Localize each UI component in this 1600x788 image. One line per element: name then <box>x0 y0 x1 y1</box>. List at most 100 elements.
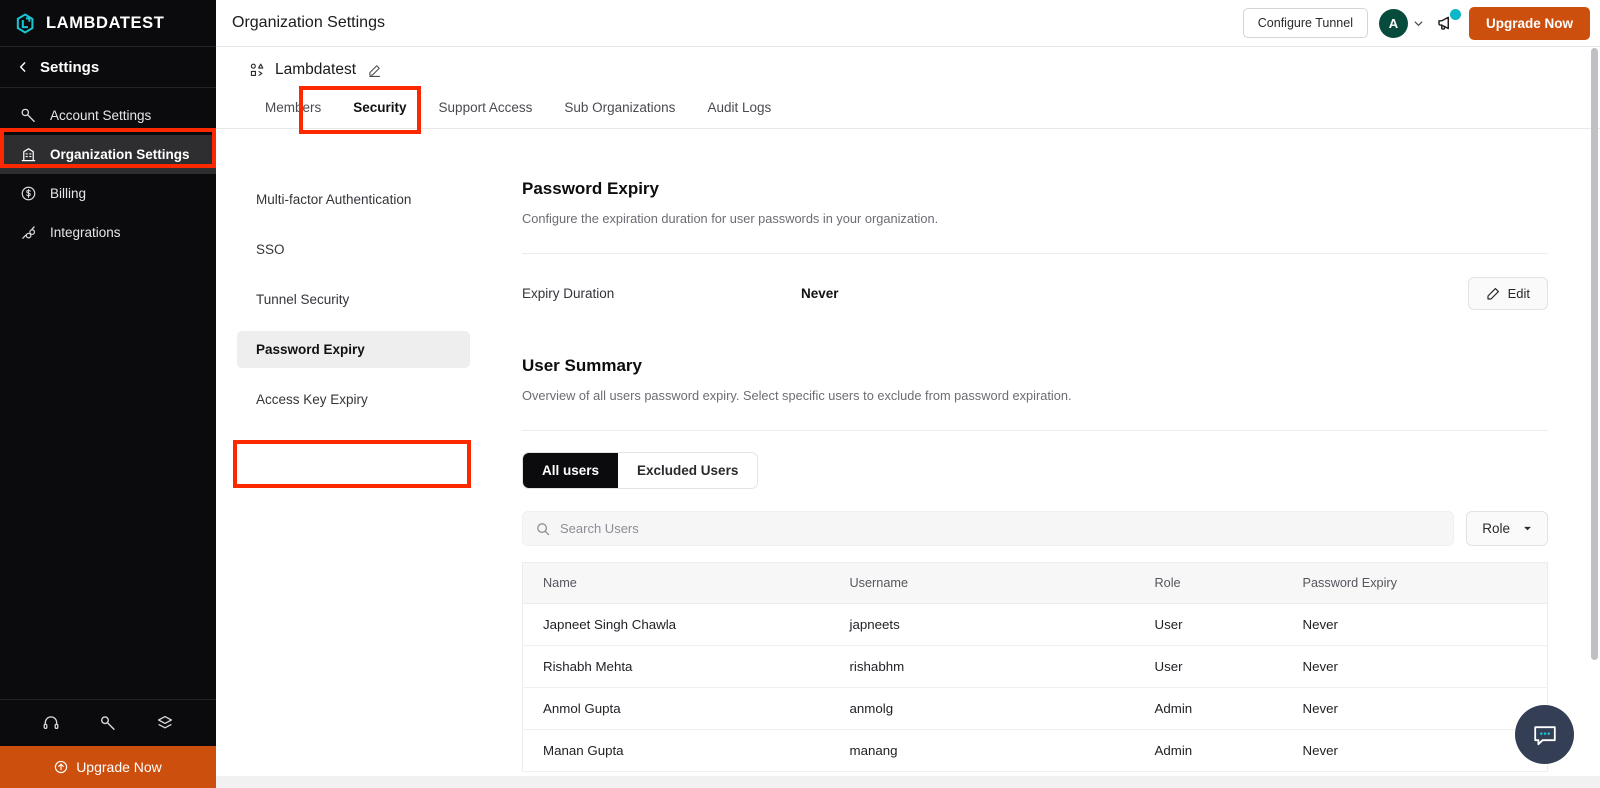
search-icon <box>536 522 550 536</box>
column-header-name: Name <box>523 563 830 604</box>
column-header-role: Role <box>1135 563 1283 604</box>
tab-members[interactable]: Members <box>249 90 337 128</box>
subnav-item-tunnel-security[interactable]: Tunnel Security <box>237 281 470 318</box>
password-expiry-title: Password Expiry <box>522 179 1548 199</box>
chat-bubble-icon <box>1530 720 1560 750</box>
subnav-item-password-expiry[interactable]: Password Expiry <box>237 331 470 368</box>
table-row[interactable]: Anmol Gupta anmolg Admin Never <box>523 688 1548 730</box>
cell-role: Admin <box>1135 688 1283 730</box>
sidebar-item-label: Integrations <box>50 225 121 240</box>
tab-audit-logs[interactable]: Audit Logs <box>691 90 787 128</box>
pencil-icon[interactable] <box>368 64 381 77</box>
main-area: Organization Settings Configure Tunnel A <box>216 0 1600 788</box>
annotation-highlight-password-expiry <box>233 440 471 488</box>
cell-name: Japneet Singh Chawla <box>523 604 830 646</box>
cell-role: User <box>1135 646 1283 688</box>
expiry-duration-value: Never <box>801 286 839 301</box>
configure-tunnel-button[interactable]: Configure Tunnel <box>1243 8 1368 38</box>
vertical-scrollbar[interactable] <box>1591 48 1598 788</box>
column-header-password-expiry: Password Expiry <box>1283 563 1548 604</box>
sidebar-footer: Upgrade Now <box>0 699 216 788</box>
caret-down-icon <box>1523 524 1532 533</box>
table-row[interactable]: Rishabh Mehta rishabhm User Never <box>523 646 1548 688</box>
table-row[interactable]: Manan Gupta manang Admin Never <box>523 730 1548 772</box>
search-users-box[interactable] <box>522 511 1454 546</box>
table-row[interactable]: Japneet Singh Chawla japneets User Never <box>523 604 1548 646</box>
plug-icon <box>20 224 37 241</box>
upgrade-now-button[interactable]: Upgrade Now <box>1469 7 1590 40</box>
page-bottom-edge <box>216 776 1600 788</box>
role-filter-button[interactable]: Role <box>1466 511 1548 546</box>
megaphone-icon[interactable] <box>1435 12 1458 34</box>
subnav-item-access-key-expiry[interactable]: Access Key Expiry <box>237 381 470 418</box>
divider <box>522 430 1548 431</box>
user-filter-toggle: All users Excluded Users <box>522 452 758 489</box>
toggle-excluded-users[interactable]: Excluded Users <box>618 453 757 488</box>
topbar: Organization Settings Configure Tunnel A <box>216 0 1600 47</box>
users-table: Name Username Role Password Expiry Japne… <box>522 562 1548 772</box>
brand[interactable]: LAMBDATEST <box>0 0 216 47</box>
chevron-left-icon[interactable] <box>18 62 28 72</box>
pencil-icon <box>1486 287 1500 301</box>
lambdatest-logo-icon <box>14 12 37 35</box>
brand-text: LAMBDATEST <box>46 14 164 33</box>
settings-label: Settings <box>40 59 99 76</box>
scrollbar-thumb[interactable] <box>1591 48 1598 660</box>
user-summary-section: User Summary Overview of all users passw… <box>522 356 1548 772</box>
expiry-duration-label: Expiry Duration <box>522 286 801 301</box>
cell-role: Admin <box>1135 730 1283 772</box>
breadcrumb: Lambdatest <box>216 47 1600 79</box>
key-icon <box>20 107 37 124</box>
sidebar-item-billing[interactable]: Billing <box>0 174 216 213</box>
cell-password-expiry: Never <box>1283 646 1548 688</box>
edit-button-label: Edit <box>1508 286 1530 301</box>
subnav-item-sso[interactable]: SSO <box>237 231 470 268</box>
cell-password-expiry: Never <box>1283 604 1548 646</box>
chat-support-button[interactable] <box>1515 705 1574 764</box>
sidebar-nav: Account Settings Organization Settings B… <box>0 88 216 252</box>
password-expiry-description: Configure the expiration duration for us… <box>522 211 1548 226</box>
cell-role: User <box>1135 604 1283 646</box>
sidebar: LAMBDATEST Settings Account Settings <box>0 0 216 788</box>
sidebar-item-label: Organization Settings <box>50 147 190 162</box>
org-tabs: Members Security Support Access Sub Orga… <box>216 90 1600 129</box>
building-icon <box>20 146 37 163</box>
security-subnav: Multi-factor Authentication SSO Tunnel S… <box>216 129 491 788</box>
sidebar-upgrade-label: Upgrade Now <box>76 759 162 775</box>
cell-username: anmolg <box>830 688 1135 730</box>
cell-name: Manan Gupta <box>523 730 830 772</box>
sidebar-item-account-settings[interactable]: Account Settings <box>0 96 216 135</box>
tab-support-access[interactable]: Support Access <box>423 90 549 128</box>
sidebar-item-integrations[interactable]: Integrations <box>0 213 216 252</box>
tab-sub-organizations[interactable]: Sub Organizations <box>548 90 691 128</box>
sidebar-footer-icons <box>0 699 216 746</box>
tab-security[interactable]: Security <box>337 90 422 128</box>
cell-password-expiry: Never <box>1283 730 1548 772</box>
user-summary-description: Overview of all users password expiry. S… <box>522 388 1548 403</box>
app-root: LAMBDATEST Settings Account Settings <box>0 0 1600 788</box>
topbar-actions: Configure Tunnel A Upgrade Now <box>1243 7 1590 40</box>
edit-button[interactable]: Edit <box>1468 277 1548 310</box>
settings-header[interactable]: Settings <box>0 47 216 88</box>
role-filter-label: Role <box>1482 521 1510 536</box>
arrow-up-circle-icon <box>54 760 68 774</box>
layers-icon[interactable] <box>156 714 174 732</box>
sidebar-item-label: Billing <box>50 186 86 201</box>
users-filter-row: Role <box>522 511 1548 546</box>
account-menu[interactable]: A <box>1379 9 1424 38</box>
avatar[interactable]: A <box>1379 9 1408 38</box>
sidebar-upgrade-now-button[interactable]: Upgrade Now <box>0 746 216 788</box>
key-icon[interactable] <box>99 714 117 732</box>
subnav-item-multi-factor-authentication[interactable]: Multi-factor Authentication <box>237 181 470 218</box>
toggle-all-users[interactable]: All users <box>523 453 618 488</box>
cell-password-expiry: Never <box>1283 688 1548 730</box>
search-input[interactable] <box>560 521 1440 536</box>
sidebar-item-organization-settings[interactable]: Organization Settings <box>0 135 216 174</box>
cell-name: Anmol Gupta <box>523 688 830 730</box>
notification-dot <box>1450 9 1461 20</box>
column-header-username: Username <box>830 563 1135 604</box>
chevron-down-icon[interactable] <box>1413 18 1424 29</box>
users-table-head: Name Username Role Password Expiry <box>523 563 1548 604</box>
cell-username: manang <box>830 730 1135 772</box>
headset-icon[interactable] <box>42 714 60 732</box>
